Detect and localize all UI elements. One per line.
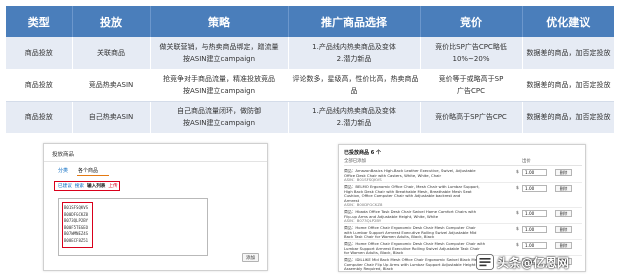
tab-categories[interactable]: 分类 xyxy=(58,167,68,174)
cell-bid: 竞价略高于SP广告CPC xyxy=(420,101,523,134)
option-enter-list[interactable]: 输入列表 xyxy=(87,183,105,189)
table-row: 商品投放 自己热卖ASIN 自己商品流量闭环，做防御 按ASIN建立campai… xyxy=(6,101,614,134)
product-targeting-panel: 投放商品 分类 各个商品 已建议 搜索 输入列表 上传 B01SFSQKVS B… xyxy=(43,143,268,271)
product-info: 商品：BELMO Ergonomic Office Chair, Mesh Ch… xyxy=(344,185,480,208)
currency-symbol: $ xyxy=(516,243,519,248)
remove-button[interactable]: 删除 xyxy=(555,242,572,249)
list-column-header: 全部已添加 出价 xyxy=(344,158,582,166)
watermark: 头条@亿恩网 xyxy=(476,251,616,273)
table-row: 商品投放 竞品热卖ASIN 抢竞争对手商品流量，精准投放竞品 按ASIN建立ca… xyxy=(6,69,614,102)
header-type: 类型 xyxy=(6,6,73,37)
header-product-selection: 推广商品选择 xyxy=(288,6,421,37)
asin-list-highlight: B01SFSQKVS B00DFGCKZ8 B073QLP2BY B00F5TE… xyxy=(62,202,93,248)
asin-entry: B08ECF8Z51 xyxy=(64,237,89,243)
asin-entry: B073QLP2BY xyxy=(64,218,89,224)
active-tab-indicator xyxy=(77,175,109,176)
cell-suggestion: 数据差的商品，加否定投放 xyxy=(522,69,614,102)
column-product: 全部已添加 xyxy=(344,159,366,164)
option-search[interactable]: 搜索 xyxy=(75,183,84,189)
panel-title: 投放商品 xyxy=(52,152,75,158)
cell-type: 商品投放 xyxy=(6,101,73,134)
cell-suggestion: 数据差的商品，加否定投放 xyxy=(522,101,614,134)
header-strategy: 策略 xyxy=(150,6,289,37)
table-header-row: 类型 投放 策略 推广商品选择 竞价 优化建议 xyxy=(6,6,614,37)
bid-input[interactable]: 1.00 xyxy=(522,226,547,233)
tab-individual-products[interactable]: 各个商品 xyxy=(78,167,98,174)
cell-targeting: 竞品热卖ASIN xyxy=(72,69,151,102)
cell-targeting: 关联商品 xyxy=(72,37,151,70)
remove-button[interactable]: 删除 xyxy=(555,210,572,217)
currency-symbol: $ xyxy=(516,186,519,191)
product-info: 商品：Hbada Office Task Desk Chair Swivel H… xyxy=(344,210,477,224)
remove-button[interactable]: 删除 xyxy=(555,185,572,192)
cell-strategy: 做关联营销，与热卖商品绑定，蹭流量 按ASIN建立campaign xyxy=(150,37,289,70)
cell-type: 商品投放 xyxy=(6,69,73,102)
cell-product-selection: 1.产品线内热卖商品及变体 2.潜力新品 xyxy=(288,37,421,70)
panel-title: 已投放商品 6 个 xyxy=(344,150,381,156)
cell-bid: 竞价等于或略高于SP 广告CPC xyxy=(420,69,523,102)
cell-strategy: 抢竞争对手商品流量，精准投放竞品 按ASIN建立campaign xyxy=(150,69,289,102)
currency-symbol: $ xyxy=(516,227,519,232)
cell-bid: 竞价比SP广告CPC略低 10%~20% xyxy=(420,37,523,70)
cell-suggestion: 数据差的商品，加否定投放 xyxy=(522,37,614,70)
cell-strategy: 自己商品流量闭环，做防御 按ASIN建立campaign xyxy=(150,101,289,134)
strategy-table: 类型 投放 策略 推广商品选择 竞价 优化建议 商品投放 关联商品 做关联营销，… xyxy=(6,6,614,134)
cell-product-selection: 评论数多，星级高，性价比高，热卖商品 品 xyxy=(288,69,421,102)
currency-symbol: $ xyxy=(516,211,519,216)
cell-type: 商品投放 xyxy=(6,37,73,70)
remove-button[interactable]: 删除 xyxy=(555,169,572,176)
bid-input[interactable]: 1.00 xyxy=(522,169,547,176)
bid-input[interactable]: 1.00 xyxy=(522,210,547,217)
list-item: 商品：AmazonBasics High-Back Leather Execut… xyxy=(344,168,582,183)
product-info: 商品：Home Office Chair Ergonomic Desk Chai… xyxy=(344,226,477,240)
cell-targeting: 自己热卖ASIN xyxy=(72,101,151,134)
remove-button[interactable]: 删除 xyxy=(555,226,572,233)
bid-input[interactable]: 1.00 xyxy=(522,185,547,192)
list-item: 商品：Home Office Chair Ergonomic Desk Chai… xyxy=(344,225,582,240)
header-bid: 竞价 xyxy=(420,6,523,37)
product-info: 商品：AmazonBasics High-Back Leather Execut… xyxy=(344,169,476,183)
asin-entry: B01SFSQKVS xyxy=(64,205,89,210)
asin-entry: B00DFGCKZ8 xyxy=(64,211,89,217)
list-item: 商品：Hbada Office Task Desk Chair Swivel H… xyxy=(344,209,582,224)
option-upload[interactable]: 上传 xyxy=(108,183,117,189)
column-bid: 出价 xyxy=(522,159,531,164)
list-item: 商品：BELMO Ergonomic Office Chair, Mesh Ch… xyxy=(344,184,582,208)
header-targeting: 投放 xyxy=(72,6,151,37)
watermark-text: 头条@亿恩网 xyxy=(497,255,570,270)
asin-list-textarea[interactable]: B01SFSQKVS B00DFGCKZ8 B073QLP2BY B00F5TE… xyxy=(58,198,208,256)
bid-input[interactable]: 1.00 xyxy=(522,242,547,249)
input-method-bar: 已建议 搜索 输入列表 上传 xyxy=(54,181,120,191)
toutiao-logo-icon xyxy=(476,254,494,270)
table-row: 商品投放 关联商品 做关联营销，与热卖商品绑定，蹭流量 按ASIN建立campa… xyxy=(6,37,614,70)
asin-entry: B00F5TEGEO xyxy=(64,224,89,230)
currency-symbol: $ xyxy=(516,170,519,175)
cell-product-selection: 1.产品线内热卖商品及变体 2.潜力新品 xyxy=(288,101,421,134)
header-suggestion: 优化建议 xyxy=(522,6,614,37)
add-button[interactable]: 添加 xyxy=(242,253,259,262)
divider xyxy=(44,161,267,162)
asin-entry: B07WMNEZ4S xyxy=(64,231,89,237)
option-suggested[interactable]: 已建议 xyxy=(58,183,72,189)
